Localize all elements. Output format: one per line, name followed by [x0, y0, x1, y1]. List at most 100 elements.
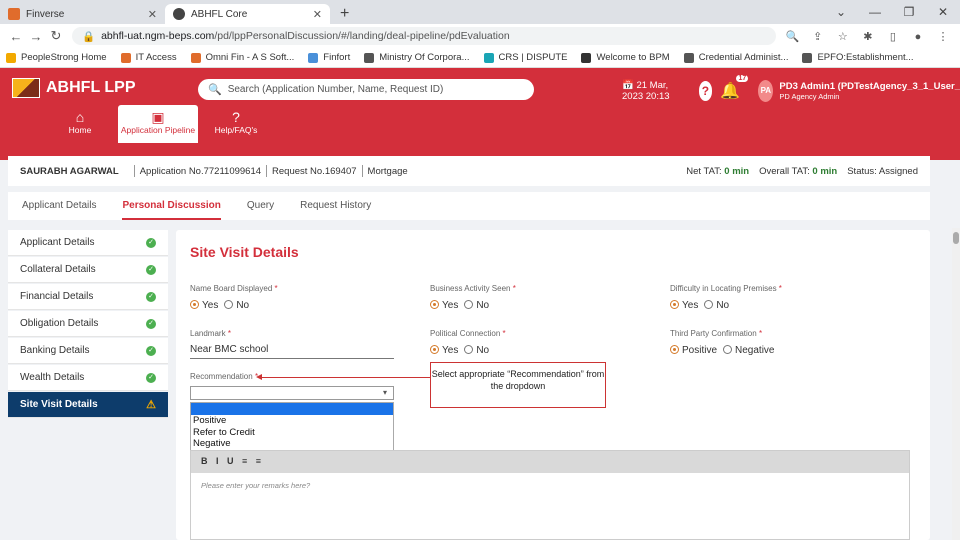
menu-icon[interactable]: ⋮ [932, 30, 954, 43]
scrollbar-thumb[interactable] [953, 232, 959, 244]
finverse-favicon-icon [8, 8, 20, 20]
share-icon[interactable]: ⇪ [807, 30, 829, 43]
radio-no[interactable]: No [704, 299, 729, 311]
radio-yes[interactable]: Yes [430, 299, 458, 311]
logo-text: ABHFL LPP [46, 79, 136, 96]
application-number: Application No.77211099614 [139, 165, 262, 177]
nav-application-pipeline[interactable]: ▣ Application Pipeline [118, 105, 198, 149]
radio-icon [704, 300, 714, 309]
sidebar-item-banking-details[interactable]: Banking Details ✓ [8, 338, 168, 364]
star-icon[interactable]: ☆ [832, 30, 854, 43]
dropdown-option-refer-to-credit[interactable]: Refer to Credit [191, 427, 393, 439]
restore-button[interactable]: ❐ [892, 5, 926, 19]
recommendation-select[interactable]: ▾ [190, 386, 394, 400]
forward-icon[interactable]: → [26, 29, 46, 44]
radio-positive[interactable]: Positive [670, 344, 717, 356]
zoom-icon[interactable]: 🔍 [782, 30, 804, 43]
bookmark-item[interactable]: IT Access [120, 52, 177, 63]
chevron-down-icon[interactable]: ⌄ [824, 5, 858, 19]
nav-home[interactable]: ⌂ Home [42, 105, 118, 143]
radio-no[interactable]: No [224, 299, 249, 311]
app-logo[interactable]: ABHFL LPP [12, 78, 135, 98]
help-icon[interactable]: ? [698, 81, 713, 101]
sidebar-item-obligation-details[interactable]: Obligation Details ✓ [8, 311, 168, 337]
radio-yes[interactable]: Yes [430, 344, 458, 356]
header-right: 📅 21 Mar, 2023 20:13 ? 🔔 17 PA PD3 Admin1… [622, 75, 960, 102]
minimize-button[interactable]: — [858, 5, 892, 19]
browser-tab-abhfl-core[interactable]: ABHFL Core ✕ [165, 4, 330, 24]
url-path: /pd/lppPersonalDiscussion/#/landing/deal… [214, 30, 510, 42]
bookmark-item[interactable]: EPFO:Establishment... [802, 52, 914, 63]
tat-status: Net TAT: 0 min Overall TAT: 0 min Status… [686, 166, 918, 177]
check-icon: ✓ [146, 372, 156, 383]
remarks-editor[interactable]: B I U ≡ ≡ Please enter your remarks here… [190, 450, 910, 540]
user-role: PD Agency Admin [779, 92, 840, 101]
dropdown-highlight[interactable] [191, 403, 393, 415]
bookmark-item[interactable]: Ministry Of Corpora... [364, 52, 470, 63]
editor-toolbar[interactable]: B I U ≡ ≡ [191, 451, 909, 473]
name-board-label: Name Board Displayed * [190, 284, 278, 293]
bell-icon[interactable]: 🔔 17 [720, 75, 749, 101]
sidebar-item-financial-details[interactable]: Financial Details ✓ [8, 284, 168, 310]
third-party-label: Third Party Confirmation * [670, 329, 763, 338]
question-icon: ? [232, 109, 240, 125]
sidebar-item-collateral-details[interactable]: Collateral Details ✓ [8, 257, 168, 283]
browser-tab-finverse[interactable]: Finverse ✕ [0, 4, 165, 24]
chevron-down-icon: ▾ [382, 388, 387, 397]
dropdown-option-negative[interactable]: Negative [191, 438, 393, 450]
tab-title: ABHFL Core [191, 8, 248, 20]
detail-tabs: Applicant Details Personal Discussion Qu… [8, 192, 930, 220]
reload-icon[interactable]: ↻ [46, 28, 66, 44]
business-activity-radio-group: Yes No [430, 299, 489, 311]
sidebar-icon[interactable]: ▯ [882, 30, 904, 43]
new-tab-button[interactable]: + [330, 4, 359, 24]
extensions-icon[interactable]: ✱ [857, 30, 879, 43]
name-board-radio-group: Yes No [190, 299, 249, 311]
datetime: 📅 21 Mar, 2023 20:13 [622, 80, 670, 102]
bookmark-item[interactable]: PeopleStrong Home [6, 52, 107, 63]
radio-negative[interactable]: Negative [723, 344, 774, 356]
sidebar-item-applicant-details[interactable]: Applicant Details ✓ [8, 230, 168, 256]
notification-badge: 17 [736, 75, 749, 82]
nav-help-faq[interactable]: ? Help/FAQ's [198, 105, 274, 143]
tab-applicant-details[interactable]: Applicant Details [22, 192, 96, 220]
page-scrollbar[interactable] [952, 228, 960, 540]
request-number: Request No.169407 [272, 165, 357, 177]
page-title: Site Visit Details [190, 244, 299, 260]
address-bar-row: ← → ↻ 🔒 abhfl-uat.ngm-beps.com /pd/lppPe… [0, 24, 960, 48]
close-icon[interactable]: ✕ [148, 8, 157, 21]
bookmark-item[interactable]: Omni Fin - A S Soft... [190, 52, 294, 63]
overall-tat: Overall TAT: 0 min [759, 165, 838, 177]
landmark-field[interactable]: Near BMC school [190, 344, 394, 359]
sidebar-item-wealth-details[interactable]: Wealth Details ✓ [8, 365, 168, 391]
tab-request-history[interactable]: Request History [300, 192, 371, 220]
dropdown-option-positive[interactable]: Positive [191, 415, 393, 427]
abhfl-logo-icon [12, 78, 40, 98]
tab-query[interactable]: Query [247, 192, 274, 220]
recommendation-label: Recommendation * [190, 372, 259, 381]
bookmark-icon [581, 52, 592, 63]
tab-personal-discussion[interactable]: Personal Discussion [122, 192, 221, 220]
bookmark-item[interactable]: Welcome to BPM [581, 52, 670, 63]
sidebar-item-site-visit-details[interactable]: Site Visit Details ⚠ [8, 392, 168, 418]
bookmark-item[interactable]: Finfort [308, 52, 350, 63]
difficulty-radio-group: Yes No [670, 299, 729, 311]
bookmark-item[interactable]: CRS | DISPUTE [483, 52, 567, 63]
radio-selected-icon [670, 345, 679, 354]
user-info[interactable]: PD3 Admin1 (PDTestAgency_3_1_User_ PD Ag… [779, 81, 960, 101]
close-icon[interactable]: ✕ [313, 8, 322, 21]
third-party-radio-group: Positive Negative [670, 344, 774, 356]
radio-no[interactable]: No [464, 344, 489, 356]
back-icon[interactable]: ← [6, 29, 26, 44]
url-field[interactable]: 🔒 abhfl-uat.ngm-beps.com /pd/lppPersonal… [72, 27, 776, 45]
close-window-button[interactable]: ✕ [926, 5, 960, 19]
radio-yes[interactable]: Yes [190, 299, 218, 311]
avatar[interactable]: PA [758, 80, 774, 102]
radio-yes[interactable]: Yes [670, 299, 698, 311]
radio-no[interactable]: No [464, 299, 489, 311]
bookmark-item[interactable]: Credential Administ... [683, 52, 788, 63]
check-icon: ✓ [146, 291, 156, 302]
profile-icon[interactable]: ● [907, 31, 929, 43]
search-input[interactable]: 🔍 Search (Application Number, Name, Requ… [198, 79, 534, 100]
bookmark-icon [308, 52, 319, 63]
